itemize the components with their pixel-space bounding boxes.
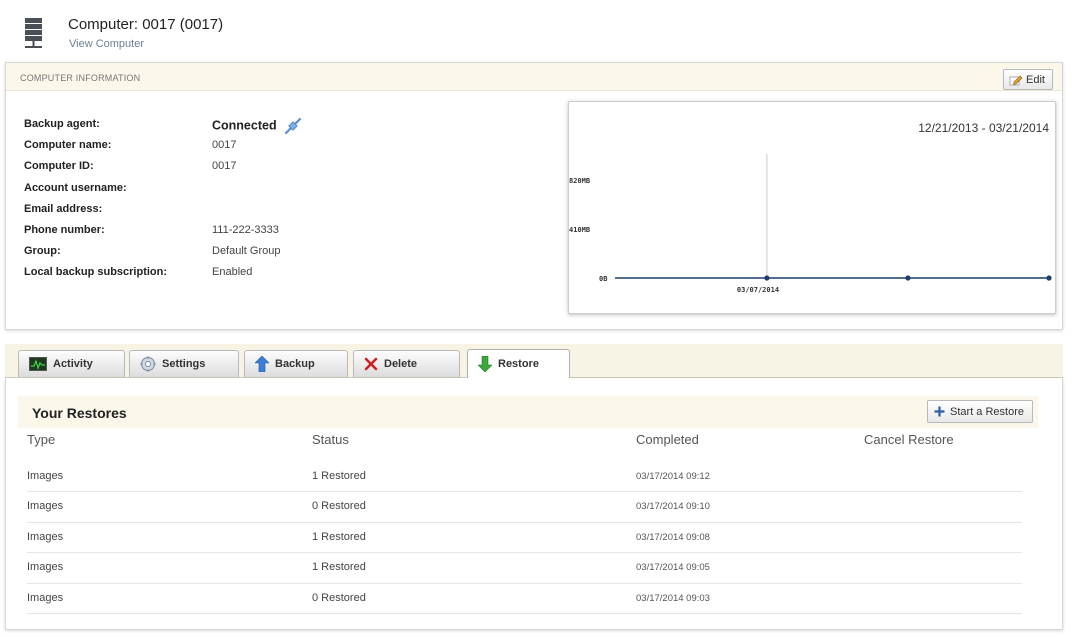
cell-completed: 03/17/2014 09:03	[636, 592, 710, 604]
y-tick-label: 410MB	[569, 226, 590, 234]
field-label: Local backup subscription:	[24, 266, 168, 279]
field-value: Connected	[212, 117, 303, 135]
backup-agent-status: Connected	[212, 118, 277, 133]
y-tick-label: 0B	[599, 275, 607, 283]
computer-information-header: COMPUTER INFORMATION Edit	[6, 63, 1062, 91]
cell-completed: 03/17/2014 09:10	[636, 501, 710, 513]
tab-label: Settings	[162, 358, 206, 370]
column-header-completed: Completed	[636, 432, 699, 447]
cell-status: 0 Restored	[312, 591, 366, 604]
start-restore-button[interactable]: Start a Restore	[927, 400, 1033, 423]
field-value: Default Group	[212, 245, 281, 258]
view-computer-link[interactable]: View Computer	[69, 38, 144, 50]
field-label: Backup agent:	[24, 118, 100, 130]
section-label: COMPUTER INFORMATION	[20, 73, 141, 83]
y-tick-label: 820MB	[569, 177, 590, 185]
tab-backup[interactable]: Backup	[244, 350, 348, 377]
tab-bar: Activity Settings Backup Delete Restore	[5, 344, 1063, 378]
table-row: Images 0 Restored 03/17/2014 09:10	[27, 492, 1022, 523]
field-value: 0017	[212, 160, 237, 173]
plug-connected-icon	[284, 117, 301, 135]
start-restore-label: Start a Restore	[950, 405, 1024, 418]
field-value: 0017	[212, 139, 237, 152]
tab-settings[interactable]: Settings	[129, 350, 239, 377]
tab-label: Backup	[275, 358, 315, 370]
data-point	[1046, 275, 1052, 281]
cell-completed: 03/17/2014 09:08	[636, 531, 710, 543]
cell-status: 0 Restored	[312, 500, 366, 513]
cell-type: Images	[27, 530, 64, 543]
x-tick-label: 03/07/2014	[737, 286, 779, 294]
data-point	[764, 275, 770, 281]
field-value: 111-222-3333	[212, 223, 279, 236]
restores-title: Your Restores	[32, 405, 127, 421]
server-icon	[25, 18, 42, 48]
close-x-icon	[364, 357, 378, 371]
tab-restore[interactable]: Restore	[467, 349, 570, 378]
cell-completed: 03/17/2014 09:05	[636, 562, 710, 574]
pencil-icon	[1009, 75, 1023, 85]
cell-status: 1 Restored	[312, 561, 366, 574]
cell-status: 1 Restored	[312, 470, 366, 482]
field-label: Computer ID:	[24, 160, 94, 173]
table-row: Images 1 Restored 03/17/2014 09:12	[27, 462, 1022, 493]
field-label: Phone number:	[24, 223, 105, 236]
field-label: Computer name:	[24, 139, 112, 152]
tab-label: Delete	[384, 358, 418, 370]
table-row: Images 1 Restored 03/17/2014 09:08	[27, 523, 1022, 554]
restores-header: Your Restores Start a Restore	[18, 396, 1038, 428]
table-row: Images 1 Restored 03/17/2014 09:05	[27, 553, 1022, 584]
cell-type: Images	[27, 500, 64, 513]
tab-activity[interactable]: Activity	[18, 350, 125, 377]
activity-monitor-icon	[29, 357, 47, 371]
table-row: Images 0 Restored 03/17/2014 09:03	[27, 584, 1022, 614]
restores-table: Type Status Completed Cancel Restore Ima…	[27, 428, 1022, 614]
arrow-up-icon	[255, 356, 269, 372]
cell-status: 1 Restored	[312, 530, 366, 543]
tab-label: Activity	[53, 358, 93, 370]
cell-type: Images	[27, 561, 64, 574]
restores-panel: Your Restores Start a Restore Type Statu…	[5, 378, 1063, 630]
cell-type: Images	[27, 591, 64, 604]
table-header: Type Status Completed Cancel Restore	[27, 428, 1022, 462]
tab-delete[interactable]: Delete	[353, 350, 460, 377]
cell-type: Images	[27, 470, 64, 482]
field-label: Group:	[24, 245, 61, 258]
arrow-down-icon	[478, 356, 492, 372]
field-value: Enabled	[212, 266, 253, 279]
column-header-type: Type	[27, 432, 56, 447]
field-label: Account username:	[24, 181, 127, 194]
data-point	[905, 275, 911, 281]
usage-chart-plot: 820MB 410MB 0B 03/07/2014	[569, 154, 1052, 294]
usage-chart: 12/21/2013 - 03/21/2014 820MB 410MB 0B 03/0…	[568, 101, 1056, 314]
page-title: Computer: 0017 (0017)	[68, 16, 224, 33]
field-label: Email address:	[24, 202, 103, 215]
column-header-cancel-restore: Cancel Restore	[864, 432, 954, 447]
edit-button[interactable]: Edit	[1003, 69, 1053, 90]
tab-label: Restore	[498, 358, 539, 370]
edit-button-label: Edit	[1026, 73, 1045, 86]
cell-completed: 03/17/2014 09:12	[636, 471, 710, 482]
plus-icon	[934, 406, 945, 417]
gear-icon	[140, 356, 156, 372]
column-header-status: Status	[312, 432, 349, 447]
